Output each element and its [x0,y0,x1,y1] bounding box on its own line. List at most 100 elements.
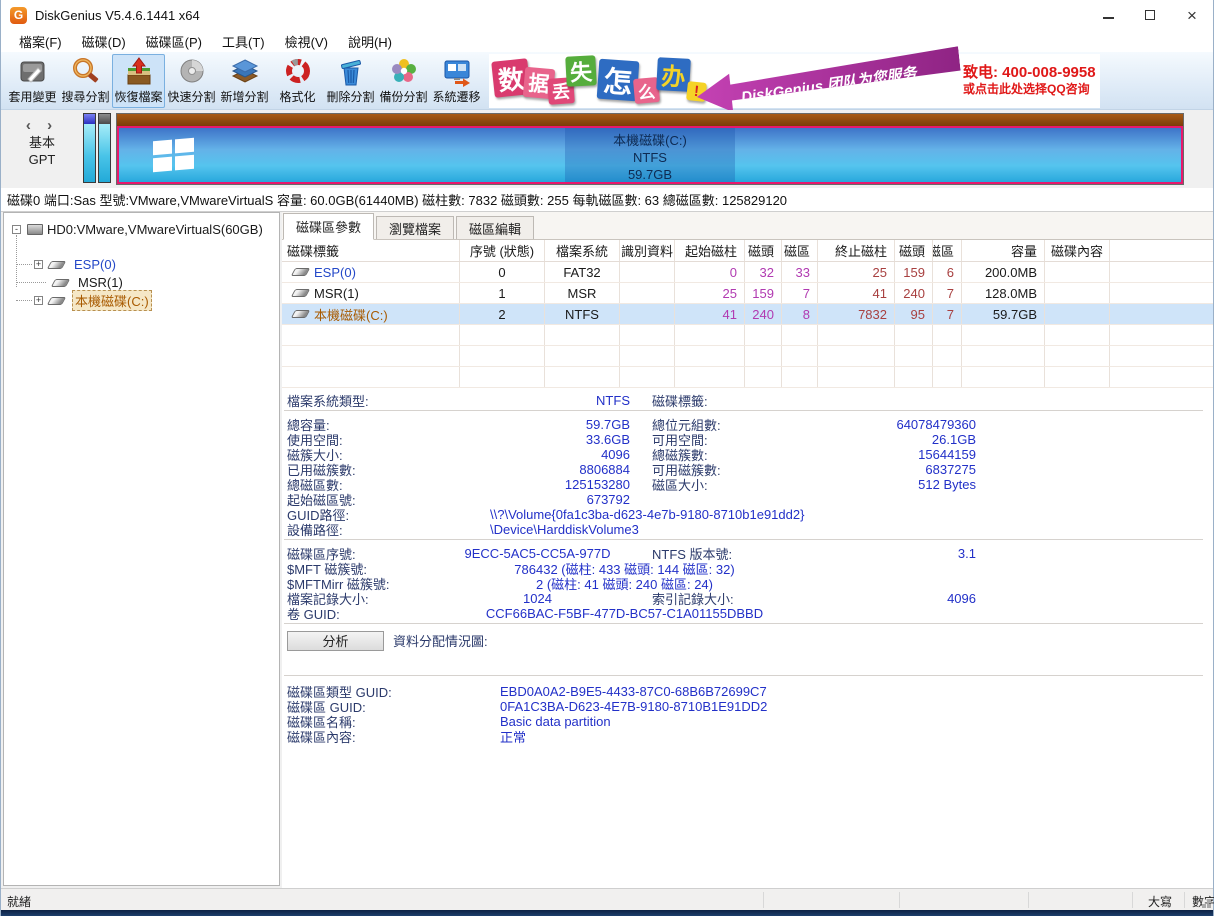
prev-disk-arrow-icon[interactable]: ‹ [26,117,37,134]
tree-item-label: HD0:VMware,VMwareVirtualS(60GB) [47,222,263,237]
msr-bar-cap [99,114,110,124]
tree-item-msr[interactable]: MSR(1) [47,274,123,291]
detail-row: 檔案記錄大小:1024 索引記錄大小:4096 [282,589,1213,604]
detail-row-type-guid: 磁碟區類型 GUID:EBD0A0A2-B9E5-4433-87C0-68B6B… [282,682,1213,697]
menu-bar: 檔案(F) 磁碟(D) 磁碟區(P) 工具(T) 檢視(V) 說明(H) [1,30,1213,52]
expand-icon[interactable]: + [34,260,43,269]
detail-row-device-path: 設備路徑:\Device\HarddiskVolume3 [282,520,1213,535]
menu-disk[interactable]: 磁碟(D) [72,30,136,53]
ad-phone-text: 致电: 400-008-9958 [963,64,1096,83]
tab-partition-parameters[interactable]: 磁碟區參數 [283,213,374,240]
col-header: 磁區 [782,240,818,261]
search-partition-button[interactable]: 搜尋分割 [59,54,112,108]
next-disk-arrow-icon[interactable]: › [47,117,58,134]
tree-item-esp[interactable]: + ESP(0) [34,256,116,273]
col-header: 磁區 [933,240,962,261]
tab-sector-edit[interactable]: 磁區編輯 [456,216,534,239]
col-header: 磁頭 [895,240,933,261]
menu-tools[interactable]: 工具(T) [212,30,275,53]
expand-icon[interactable]: + [34,296,43,305]
minimize-button[interactable] [1087,0,1129,30]
detail-row-guid-path: GUID路徑:\\?\Volume{0fa1c3ba-d623-4e7b-918… [282,505,1213,520]
window-bottom-edge [1,910,1213,916]
msr-partition-bar[interactable] [98,113,111,183]
tree-connector [16,300,32,301]
search-partition-icon [71,57,101,87]
ad-tiles: 数 据 丢 失 怎 么 办 ! [493,54,706,108]
app-logo-icon: G [10,7,27,24]
allocation-map-label: 資料分配情況圖: [393,631,488,650]
caps-lock-indicator: 大寫 [1134,893,1186,910]
format-button[interactable]: 格式化 [271,54,324,108]
ad-arrow-banner: DiskGenius 团队为您服务 [695,46,963,115]
ad-qq-link[interactable]: 或点击此处选择QQ咨询 [963,82,1096,97]
window-title: DiskGenius V5.4.6.1441 x64 [35,8,200,23]
ad-banner: 数 据 丢 失 怎 么 办 ! DiskGenius 团队为您服务 致电: 40… [489,54,1100,108]
tree-item-label: MSR(1) [78,275,123,290]
tree-item-hd0[interactable]: - HD0:VMware,VMwareVirtualS(60GB) [12,221,263,238]
detail-row-partition-name: 磁碟區名稱:Basic data partition [282,712,1213,727]
disk-bar: 本機磁碟(C:) NTFS 59.7GB [116,113,1184,185]
detail-row: $MFT 磁簇號:786432 (磁柱: 433 磁頭: 144 磁區: 32) [282,559,1213,574]
new-partition-icon [230,57,260,87]
close-button[interactable]: × [1171,0,1213,30]
menu-file[interactable]: 檔案(F) [9,30,72,53]
tab-strip: 磁碟區參數 瀏覽檔案 磁區編輯 [282,212,1213,240]
menu-view[interactable]: 檢視(V) [275,30,338,53]
col-header: 磁碟內容 [1045,240,1110,261]
detail-row: 卷 GUID:CCF66BAC-F5BF-477D-BC57-C1A01155D… [282,604,1213,619]
system-migration-button[interactable]: 系統遷移 [430,54,483,108]
title-bar: G DiskGenius V5.4.6.1441 x64 × [1,0,1213,30]
analyze-button[interactable]: 分析 [287,631,384,651]
tree-item-label: 本機磁碟(C:) [72,290,152,311]
delete-partition-button[interactable]: 刪除分割 [324,54,377,108]
detail-row: 磁簇大小:4096 總磁簇數:15644159 [282,445,1213,460]
ad-arrow-text: DiskGenius 团队为您服务 [740,61,918,106]
statusbar-separator [1132,892,1133,908]
partition-fs: NTFS [613,149,687,166]
disk-type-label: 基本 [29,134,55,151]
apply-changes-button[interactable]: 套用變更 [6,54,59,108]
minimize-icon [1103,17,1114,19]
partition-icon [291,268,310,276]
detail-row: $MFTMirr 磁簇號:2 (磁柱: 41 磁頭: 240 磁區: 24) [282,574,1213,589]
status-ready-text: 就緒 [7,893,31,910]
quick-partition-button[interactable]: 快速分割 [165,54,218,108]
esp-partition-bar[interactable] [83,113,96,183]
disk-tree-panel: - HD0:VMware,VMwareVirtualS(60GB) + ESP(… [3,212,280,886]
detail-row: 檔案系統類型: NTFS 磁碟標籤: [282,388,1213,410]
esp-bar-cap [84,114,95,124]
backup-partition-button[interactable]: 備份分割 [377,54,430,108]
col-header: 序號 (狀態) [460,240,545,261]
table-empty-row [282,346,1213,367]
partition-icon [51,279,70,287]
partition-properties: 檔案系統類型: NTFS 磁碟標籤: 總容量:59.7GB 總位元組數:6407… [282,388,1213,742]
col-header: 磁碟標籤 [282,240,460,261]
tab-browse-files[interactable]: 瀏覽檔案 [376,216,454,239]
c-partition-bar[interactable]: 本機磁碟(C:) NTFS 59.7GB [117,126,1183,184]
disk-band: ‹ › 基本 GPT 本機磁碟(C:) NTFS 59.7GB [1,110,1213,188]
tree-item-local-disk-c[interactable]: + 本機磁碟(C:) [34,292,152,309]
col-header: 起始磁柱 [675,240,745,261]
detail-row: 已用磁簇數:8806884 可用磁簇數:6837275 [282,460,1213,475]
ad-tile: 失 [565,55,597,87]
statusbar-separator [899,892,900,908]
menu-help[interactable]: 說明(H) [338,30,402,53]
disk-scheme-label: GPT [29,151,56,168]
recover-files-icon [124,57,154,87]
format-icon [283,57,313,87]
windows-logo-icon [153,138,194,173]
ad-tile: 办 [656,57,691,92]
table-row-local-disk-c[interactable]: 本機磁碟(C:) 2 NTFS 41 240 8 7832 95 7 59.7G… [282,304,1213,325]
new-partition-button[interactable]: 新增分割 [218,54,271,108]
table-row-esp[interactable]: ESP(0) 0 FAT32 0 32 33 25 159 6 200.0MB [282,262,1213,283]
menu-partition[interactable]: 磁碟區(P) [136,30,212,53]
detail-row: 總容量:59.7GB 總位元組數:64078479360 [282,415,1213,430]
recover-files-button[interactable]: 恢復檔案 [112,54,165,108]
partition-table: 磁碟標籤 序號 (狀態) 檔案系統 識別資料 起始磁柱 磁頭 磁區 終止磁柱 磁… [282,240,1213,388]
col-header: 識別資料 [620,240,675,261]
maximize-button[interactable] [1129,0,1171,30]
collapse-icon[interactable]: - [12,225,21,234]
table-row-msr[interactable]: MSR(1) 1 MSR 25 159 7 41 240 7 128.0MB [282,283,1213,304]
resize-grip-icon[interactable] [1207,904,1211,908]
